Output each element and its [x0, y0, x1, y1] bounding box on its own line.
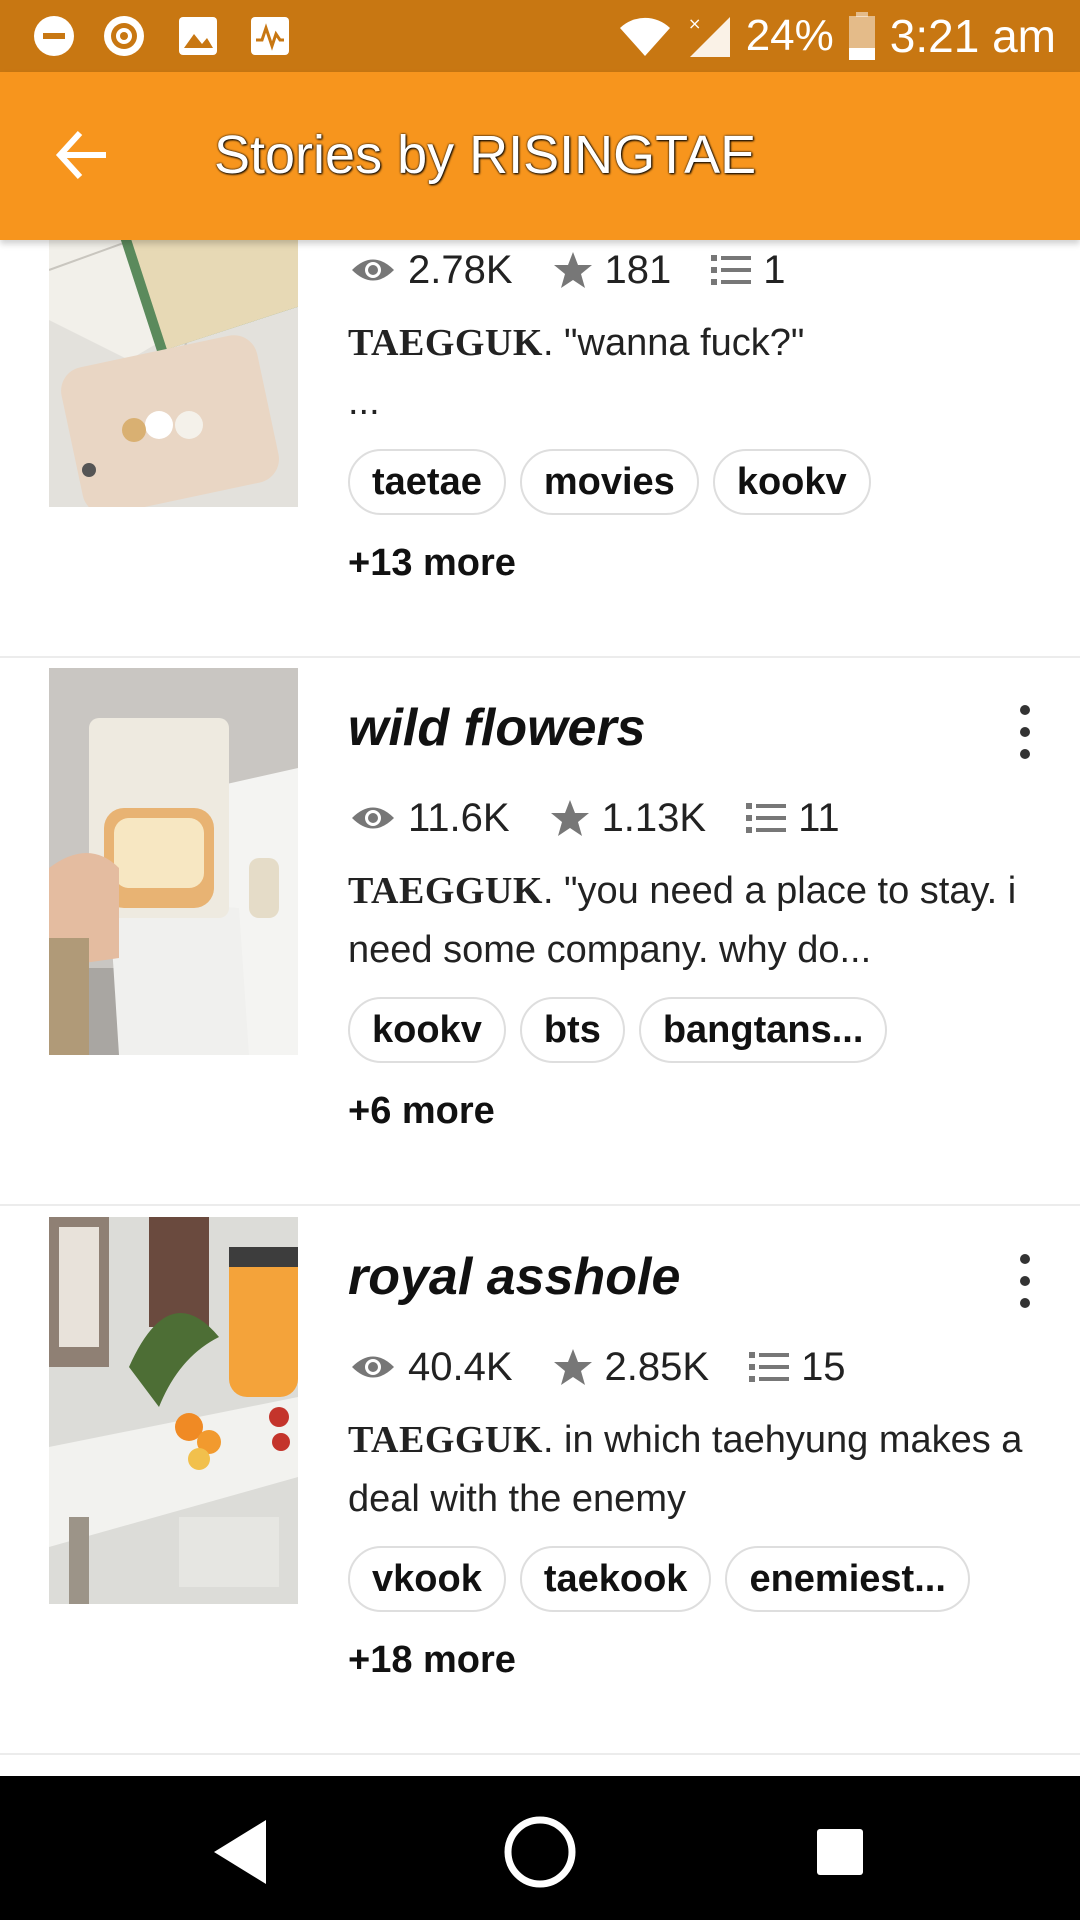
tag-chip[interactable]: taekook — [519, 1546, 712, 1612]
more-tags[interactable]: +6 more — [348, 1090, 495, 1133]
tag-chip[interactable]: vkook — [348, 1546, 506, 1612]
pulse-icon — [251, 17, 289, 55]
eye-icon — [352, 807, 394, 829]
svg-text:×: × — [688, 14, 701, 33]
description-heading: TAEGGUK — [348, 1419, 543, 1461]
votes-stat: 1.13K — [550, 795, 707, 841]
parts-count: 11 — [798, 795, 840, 840]
votes-stat: 2.85K — [553, 1344, 710, 1390]
tag-chip[interactable]: kookv — [712, 449, 871, 515]
list-icon — [746, 803, 787, 833]
story-title[interactable]: wild flowers — [348, 698, 646, 758]
parts-count: 1 — [763, 247, 786, 292]
views-count: 2.78K — [408, 247, 513, 292]
wifi-icon — [619, 17, 670, 57]
arrow-left-icon[interactable] — [50, 122, 116, 188]
parts-count: 15 — [801, 1344, 846, 1389]
tag-chip[interactable]: bts — [519, 997, 625, 1063]
tag-chip[interactable]: bangtans... — [638, 997, 888, 1063]
star-icon — [550, 800, 589, 836]
home-circle-icon[interactable] — [500, 1812, 580, 1892]
page-title: Stories by RISINGTAE — [214, 125, 757, 185]
story-list[interactable]: 2.78K 181 1 TAEGGUK. "wanna fuck?" ... t… — [0, 240, 1080, 1776]
views-count: 11.6K — [408, 795, 510, 840]
minus-circle-icon — [34, 16, 74, 56]
star-icon — [553, 252, 592, 288]
story-cover[interactable] — [49, 668, 298, 1055]
views-stat: 11.6K — [350, 796, 510, 841]
list-icon — [749, 1352, 790, 1382]
tag-list: kookv bts bangtans... — [348, 997, 888, 1063]
app-bar: Stories by RISINGTAE — [0, 72, 1080, 240]
tag-chip[interactable]: kookv — [348, 997, 506, 1063]
views-stat: 40.4K — [350, 1345, 513, 1390]
eye-icon — [352, 259, 394, 281]
story-title[interactable]: royal asshole — [348, 1247, 680, 1307]
more-tags[interactable]: +18 more — [348, 1639, 516, 1682]
story-card[interactable]: 2.78K 181 1 TAEGGUK. "wanna fuck?" ... t… — [0, 240, 1080, 658]
battery-percent: 24% — [745, 11, 834, 60]
tag-chip[interactable]: taetae — [348, 449, 506, 515]
tag-list: taetae movies kookv — [348, 449, 871, 515]
votes-count: 181 — [604, 247, 672, 292]
list-icon — [711, 255, 752, 285]
story-stats: 40.4K 2.85K 15 — [350, 1341, 886, 1393]
more-options-icon[interactable] — [1010, 702, 1040, 762]
story-card[interactable]: wild flowers 11.6K 1.13K 11 TAEGGUK. "yo… — [0, 658, 1080, 1206]
status-bar: × 24% 3:21 am — [0, 0, 1080, 72]
story-description: TAEGGUK. "you need a place to stay. i ne… — [348, 862, 1028, 980]
more-tags[interactable]: +13 more — [348, 542, 516, 585]
story-cover[interactable] — [49, 1217, 298, 1604]
tag-chip[interactable]: enemiest... — [725, 1546, 970, 1612]
parts-stat: 15 — [749, 1345, 846, 1390]
star-icon — [553, 1349, 592, 1385]
story-card[interactable]: royal asshole 40.4K 2.85K 15 TAEGGUK. in… — [0, 1207, 1080, 1755]
clock: 3:21 am — [889, 10, 1056, 62]
parts-stat: 1 — [711, 247, 786, 293]
story-stats: 11.6K 1.13K 11 — [350, 792, 880, 844]
description-heading: TAEGGUK — [348, 870, 543, 912]
votes-stat: 181 — [553, 247, 672, 293]
recents-square-icon[interactable] — [800, 1812, 880, 1892]
system-nav-bar — [0, 1776, 1080, 1920]
votes-count: 1.13K — [601, 795, 707, 840]
signal-icon: × — [688, 14, 730, 57]
story-description: TAEGGUK. in which taehyung makes a deal … — [348, 1411, 1028, 1529]
tag-chip[interactable]: movies — [519, 449, 699, 515]
back-triangle-icon[interactable] — [200, 1812, 280, 1892]
tag-list: vkook taekook enemiest... — [348, 1546, 970, 1612]
story-cover[interactable] — [49, 240, 298, 507]
description-heading: TAEGGUK — [348, 322, 543, 364]
story-stats: 2.78K 181 1 — [350, 244, 826, 296]
eye-icon — [352, 1356, 394, 1378]
views-stat: 2.78K — [350, 248, 513, 293]
target-icon — [104, 16, 144, 56]
parts-stat: 11 — [746, 796, 840, 841]
battery-icon — [848, 12, 875, 60]
image-icon — [179, 17, 217, 55]
views-count: 40.4K — [408, 1344, 513, 1389]
votes-count: 2.85K — [604, 1344, 710, 1389]
story-description: TAEGGUK. "wanna fuck?" ... — [348, 314, 1028, 432]
more-options-icon[interactable] — [1010, 1251, 1040, 1311]
